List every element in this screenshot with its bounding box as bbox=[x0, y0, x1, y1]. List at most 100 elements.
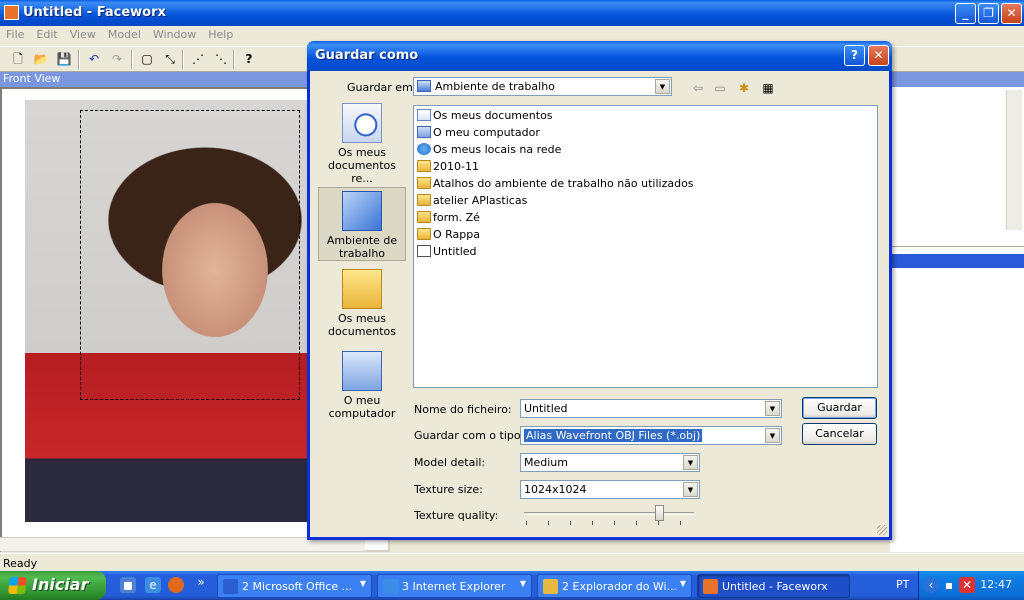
desktop-icon bbox=[342, 191, 382, 231]
slider-tick bbox=[592, 521, 593, 525]
list-item[interactable]: Atalhos do ambiente de trabalho não util… bbox=[417, 176, 694, 192]
quicklaunch-firefox-icon[interactable] bbox=[168, 577, 184, 593]
cancel-button[interactable]: Cancelar bbox=[802, 423, 877, 445]
folder-icon bbox=[417, 160, 431, 172]
new-folder-icon[interactable]: ✱ bbox=[734, 79, 754, 98]
resize-grip[interactable] bbox=[877, 525, 887, 535]
chevron-down-icon[interactable]: ▼ bbox=[765, 401, 780, 416]
status-text: Ready bbox=[3, 557, 38, 570]
folder-icon bbox=[417, 177, 431, 189]
dialog-help-button[interactable]: ? bbox=[844, 45, 865, 66]
filename-label: Nome do ficheiro: bbox=[414, 403, 512, 416]
file-list[interactable]: Os meus documentos O meu computador Os m… bbox=[413, 105, 878, 388]
folder-icon bbox=[417, 228, 431, 240]
close-button[interactable]: ✕ bbox=[1001, 3, 1022, 24]
dialog-close-button[interactable]: ✕ bbox=[868, 45, 889, 66]
menu-model[interactable]: Model bbox=[102, 26, 147, 41]
view-menu-icon[interactable]: ▦ bbox=[758, 79, 778, 98]
list-item[interactable]: form. Zé bbox=[417, 210, 480, 226]
add-points-icon[interactable]: ⋱ bbox=[211, 50, 231, 69]
up-folder-icon[interactable]: ▭ bbox=[710, 79, 730, 98]
move-tool-icon[interactable]: ⤡ bbox=[160, 50, 180, 69]
menu-window[interactable]: Window bbox=[147, 26, 202, 41]
texture-quality-thumb[interactable] bbox=[655, 505, 664, 521]
start-button[interactable]: Iniciar bbox=[0, 571, 106, 600]
list-item[interactable]: O Rappa bbox=[417, 227, 480, 243]
my-computer-icon bbox=[342, 351, 382, 391]
side-view-area[interactable] bbox=[890, 87, 1024, 247]
main-titlebar: Untitled - Faceworx _ ❐ ✕ bbox=[0, 0, 1024, 26]
texture-size-dropdown[interactable]: 1024x1024 ▼ bbox=[520, 480, 700, 499]
quicklaunch-ie-icon[interactable]: e bbox=[145, 577, 161, 593]
texture-quality-slider[interactable] bbox=[524, 512, 694, 515]
face-mesh-overlay[interactable] bbox=[80, 110, 300, 400]
places-bar: Os meus documentos re... Ambiente de tra… bbox=[318, 103, 406, 445]
menu-file[interactable]: File bbox=[0, 26, 30, 41]
my-documents-icon bbox=[417, 109, 431, 121]
maximize-button[interactable]: ❐ bbox=[978, 3, 999, 24]
quicklaunch-more-icon[interactable]: » bbox=[193, 574, 209, 590]
office-icon bbox=[223, 579, 238, 594]
task-internet-explorer[interactable]: 3 Internet Explorer ▼ bbox=[377, 574, 532, 598]
toolbar-separator bbox=[78, 50, 80, 69]
menu-view[interactable]: View bbox=[64, 26, 102, 41]
save-button[interactable]: Guardar bbox=[802, 397, 877, 419]
minimize-button[interactable]: _ bbox=[955, 3, 976, 24]
list-item[interactable]: 2010-11 bbox=[417, 159, 479, 175]
toolbar-separator bbox=[233, 50, 235, 69]
network-tray-icon[interactable]: ▪ bbox=[941, 577, 957, 593]
list-item[interactable]: Os meus documentos bbox=[417, 108, 553, 124]
place-recent-documents[interactable]: Os meus documentos re... bbox=[318, 103, 406, 185]
side-view-header bbox=[890, 72, 1024, 87]
chevron-down-icon[interactable]: ▼ bbox=[655, 79, 670, 94]
preview-header bbox=[890, 254, 1024, 268]
select-tool-icon[interactable]: ▢ bbox=[137, 50, 157, 69]
list-item[interactable]: Os meus locais na rede bbox=[417, 142, 561, 158]
faceworx-app-icon bbox=[4, 5, 19, 20]
list-item[interactable]: atelier APlasticas bbox=[417, 193, 527, 209]
place-my-documents[interactable]: Os meus documentos bbox=[318, 269, 406, 338]
save-in-dropdown[interactable]: Ambiente de trabalho ▼ bbox=[413, 77, 672, 96]
window-title: Untitled - Faceworx bbox=[23, 5, 166, 20]
tray-expand-icon[interactable]: ‹ bbox=[923, 577, 939, 593]
task-faceworx[interactable]: Untitled - Faceworx bbox=[697, 574, 850, 598]
new-icon[interactable]: 🗋 bbox=[8, 50, 28, 69]
slider-tick bbox=[636, 521, 637, 525]
chevron-down-icon[interactable]: ▼ bbox=[683, 455, 698, 470]
chevron-down-icon: ▼ bbox=[359, 579, 366, 588]
save-icon[interactable]: 💾 bbox=[54, 50, 74, 69]
filetype-dropdown[interactable]: Alias Wavefront OBJ Files (*.obj) ▼ bbox=[520, 426, 782, 445]
taskbar: Iniciar ◼ e » 2 Microsoft Office ... ▼ 3… bbox=[0, 571, 1024, 600]
menu-edit[interactable]: Edit bbox=[30, 26, 63, 41]
open-icon[interactable]: 📂 bbox=[31, 50, 51, 69]
back-icon[interactable]: ⇦ bbox=[688, 79, 708, 98]
dialog-title: Guardar como bbox=[315, 48, 419, 63]
undo-icon[interactable]: ↶ bbox=[84, 50, 104, 69]
filename-input[interactable]: Untitled ▼ bbox=[520, 399, 782, 418]
points-tool-icon[interactable]: ⋰ bbox=[188, 50, 208, 69]
folder-icon bbox=[417, 194, 431, 206]
quicklaunch-desktop-icon[interactable]: ◼ bbox=[120, 577, 136, 593]
computer-icon bbox=[417, 126, 431, 138]
place-desktop[interactable]: Ambiente de trabalho bbox=[318, 187, 406, 261]
task-microsoft-office[interactable]: 2 Microsoft Office ... ▼ bbox=[217, 574, 372, 598]
chevron-down-icon: ▼ bbox=[519, 579, 526, 588]
side-view-scrollbar[interactable] bbox=[1006, 90, 1022, 230]
clock: 12:47 bbox=[980, 578, 1012, 591]
security-tray-icon[interactable]: ✕ bbox=[959, 577, 975, 593]
chevron-down-icon[interactable]: ▼ bbox=[683, 482, 698, 497]
model-detail-dropdown[interactable]: Medium ▼ bbox=[520, 453, 700, 472]
dialog-titlebar: Guardar como ? ✕ bbox=[307, 41, 892, 71]
place-my-computer[interactable]: O meu computador bbox=[318, 351, 406, 420]
help-icon[interactable]: ? bbox=[239, 50, 259, 69]
list-item[interactable]: O meu computador bbox=[417, 125, 540, 141]
network-icon bbox=[417, 143, 431, 155]
menu-help[interactable]: Help bbox=[202, 26, 239, 41]
list-item[interactable]: Untitled bbox=[417, 244, 477, 260]
faceworx-icon bbox=[703, 579, 718, 594]
task-windows-explorer[interactable]: 2 Explorador do Wi... ▼ bbox=[537, 574, 692, 598]
chevron-down-icon[interactable]: ▼ bbox=[765, 428, 780, 443]
redo-icon[interactable]: ↷ bbox=[107, 50, 127, 69]
language-indicator[interactable]: PT bbox=[896, 578, 909, 591]
toolbar-separator bbox=[131, 50, 133, 69]
